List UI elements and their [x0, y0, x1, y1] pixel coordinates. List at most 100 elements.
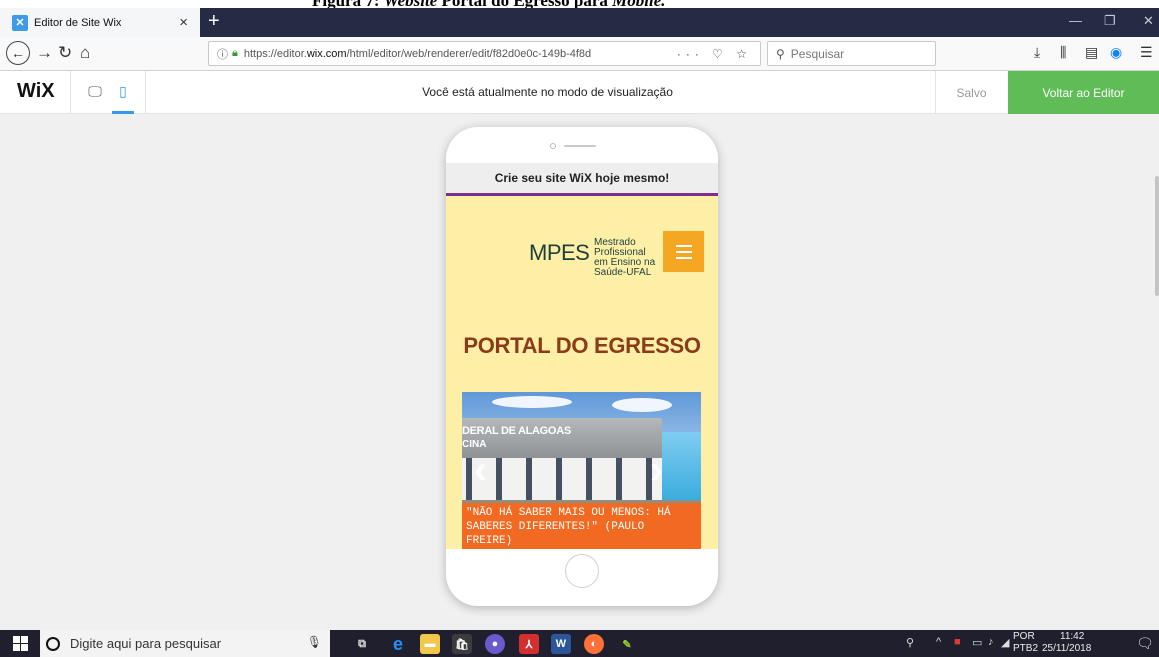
- search-input[interactable]: ⚲ Pesquisar: [767, 41, 936, 66]
- restore-icon[interactable]: ❐: [1104, 13, 1116, 29]
- menu-icon[interactable]: ☰: [1140, 44, 1153, 61]
- tab-title: Editor de Site Wix: [34, 16, 122, 29]
- task-view-icon[interactable]: ⧉: [352, 634, 372, 654]
- firefox-icon[interactable]: ◐: [584, 634, 604, 654]
- building-column: [616, 458, 622, 502]
- new-tab-button[interactable]: +: [208, 11, 220, 31]
- caption-italic-2: Mobile.: [612, 0, 665, 8]
- slide-next-icon[interactable]: ›: [650, 450, 663, 490]
- saved-status: Salvo: [935, 71, 1007, 114]
- lock-icon: 🔒︎: [232, 47, 238, 59]
- back-arrow-icon: ←: [11, 45, 25, 61]
- page-actions-icon[interactable]: ··· ♡ ☆: [677, 47, 752, 61]
- divider: [145, 71, 146, 114]
- download-icon[interactable]: ⤓: [1034, 44, 1040, 61]
- back-button[interactable]: ←: [6, 41, 30, 65]
- info-icon[interactable]: ⓘ: [217, 46, 228, 62]
- taskbar-search-placeholder: Digite aqui para pesquisar: [70, 636, 222, 651]
- site-logo-subtitle: Mestrado Profissional em Ensino na Saúde…: [594, 237, 656, 278]
- language-indicator[interactable]: POR PTB2: [1013, 631, 1038, 655]
- windows-start-icon[interactable]: [13, 636, 28, 651]
- phone-speaker: [564, 145, 596, 147]
- edge-icon[interactable]: e: [388, 634, 408, 654]
- building-column: [526, 458, 532, 502]
- keyboard-layout: PTB2: [1013, 643, 1039, 654]
- building-column: [466, 458, 472, 502]
- phone-screen: Crie seu site WiX hoje mesmo! MPES Mestr…: [446, 163, 718, 549]
- notifications-icon[interactable]: 🗨︎: [1136, 635, 1154, 652]
- acrobat-icon[interactable]: ⅄: [519, 634, 539, 654]
- address-bar[interactable]: ⓘ 🔒︎ https://editor.wix.com/html/editor/…: [208, 41, 761, 66]
- browser-tab[interactable]: ✕ Editor de Site Wix ×: [0, 8, 200, 37]
- scrollbar-thumb[interactable]: [1155, 176, 1159, 296]
- search-placeholder: Pesquisar: [790, 46, 845, 61]
- windows-taskbar: Digite aqui para pesquisar 🎙︎ ⧉ e ▬ 🛍︎ ●…: [0, 630, 1159, 657]
- library-icon[interactable]: ⫼: [1060, 44, 1066, 61]
- url-host-domain: wix.com: [306, 47, 347, 60]
- building-column: [556, 458, 562, 502]
- phone-home-button: [565, 554, 599, 588]
- browser-nav-bar: ← → ↻ ⌂ ⓘ 🔒︎ https://editor.wix.com/html…: [0, 37, 1159, 71]
- wix-ad-banner[interactable]: Crie seu site WiX hoje mesmo!: [446, 163, 718, 196]
- slide-cloud: [492, 396, 572, 408]
- wix-favicon-icon: ✕: [12, 14, 28, 31]
- sidebar-icon[interactable]: ▤: [1085, 44, 1098, 61]
- browser-tab-strip: ✕ Editor de Site Wix × + — ❐ ✕: [0, 8, 1159, 37]
- slide-cloud: [612, 398, 672, 412]
- people-icon[interactable]: ⚲: [906, 636, 914, 649]
- mobile-view-icon[interactable]: ▯: [113, 81, 133, 101]
- clock-date: 25/11/2018: [1042, 643, 1092, 654]
- image-slideshow[interactable]: DERAL DE ALAGOAS CINA ‹ › "NÃO HÁ SABER …: [462, 392, 701, 549]
- paint-icon[interactable]: ✎: [617, 634, 637, 654]
- building-sign: DERAL DE ALAGOAS: [462, 425, 571, 437]
- hamburger-line: [675, 256, 692, 259]
- taskbar-search-input[interactable]: Digite aqui para pesquisar 🎙︎: [40, 630, 330, 657]
- forward-arrow-icon[interactable]: →: [36, 43, 53, 63]
- reload-icon[interactable]: ↻: [58, 43, 72, 63]
- camera-dot: [550, 143, 556, 149]
- site-logo[interactable]: MPES: [529, 240, 590, 266]
- desktop-view-icon[interactable]: 🖵︎: [85, 81, 105, 101]
- language-code: POR: [1013, 631, 1035, 642]
- clock-time: 11:42: [1060, 631, 1085, 642]
- url-host-prefix: https://editor.: [243, 47, 307, 60]
- caption-prefix: Figura 7:: [312, 0, 384, 8]
- caption-italic-1: Website: [384, 0, 438, 8]
- url-path: /html/editor/web/renderer/edit/f82d0e0c-…: [346, 47, 592, 60]
- preview-mode-message: Você está atualmente no modo de visualiz…: [422, 85, 673, 99]
- extension-icon[interactable]: ◉: [1110, 44, 1122, 61]
- system-clock[interactable]: 11:42 25/11/2018: [1042, 631, 1091, 655]
- tab-close-icon[interactable]: ×: [179, 14, 188, 31]
- home-icon[interactable]: ⌂: [80, 43, 90, 63]
- phone-frame: Crie seu site WiX hoje mesmo! MPES Mestr…: [446, 127, 718, 606]
- microphone-icon[interactable]: 🎙︎: [307, 635, 322, 649]
- hamburger-menu-button[interactable]: [663, 231, 704, 272]
- divider: [70, 71, 71, 114]
- slide-prev-icon[interactable]: ‹: [474, 450, 487, 490]
- building-column: [586, 458, 592, 502]
- slide-quote: "NÃO HÁ SABER MAIS OU MENOS: HÁ SABERES …: [462, 503, 701, 549]
- search-icon: ⚲: [776, 46, 785, 61]
- wix-logo: WiX: [17, 80, 55, 102]
- building-columns: [462, 458, 662, 502]
- volume-icon[interactable]: ♪: [988, 636, 994, 648]
- word-icon[interactable]: W: [551, 634, 571, 654]
- building-column: [496, 458, 502, 502]
- url-text: https://editor.wix.com/html/editor/web/r…: [244, 48, 677, 60]
- minimize-icon[interactable]: —: [1069, 13, 1082, 28]
- window-close-icon[interactable]: ✕: [1143, 13, 1154, 29]
- back-to-editor-button[interactable]: Voltar ao Editor: [1008, 71, 1159, 114]
- tray-chevron-icon[interactable]: ^: [936, 636, 941, 648]
- store-icon[interactable]: 🛍︎: [452, 634, 472, 654]
- wix-top-bar: WiX 🖵︎ ▯ Você está atualmente no modo de…: [0, 71, 1159, 114]
- page-title: PORTAL DO EGRESSO: [463, 333, 701, 358]
- media-icon[interactable]: ●: [485, 634, 505, 654]
- hamburger-line: [675, 250, 692, 253]
- caption-middle: Portal do Egresso para: [437, 0, 612, 8]
- cortana-icon: [46, 636, 60, 651]
- file-explorer-icon[interactable]: ▬: [420, 634, 440, 654]
- hamburger-line: [675, 244, 692, 247]
- battery-icon[interactable]: ▭: [972, 636, 982, 649]
- network-icon[interactable]: ◢: [1001, 636, 1009, 649]
- antivirus-icon[interactable]: ■: [954, 636, 961, 648]
